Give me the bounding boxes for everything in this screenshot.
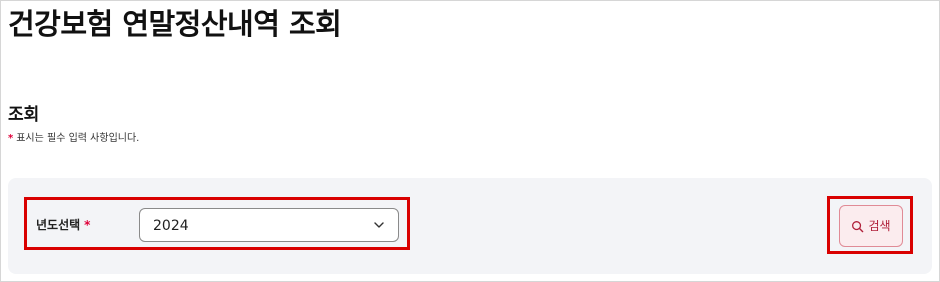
required-star: * — [8, 133, 14, 144]
year-field-label: 년도선택 * — [36, 217, 90, 233]
search-panel: 년도선택 * 2024 검색 — [8, 178, 932, 274]
year-label-text: 년도선택 — [36, 218, 81, 232]
chevron-down-icon — [374, 222, 384, 228]
required-note-text: 표시는 필수 입력 사항입니다. — [16, 133, 140, 144]
search-button[interactable]: 검색 — [839, 205, 903, 247]
page-title: 건강보험 연말정산내역 조회 — [8, 7, 342, 41]
year-select-value: 2024 — [153, 218, 189, 234]
search-icon — [852, 220, 864, 232]
search-button-label: 검색 — [868, 219, 891, 233]
year-select[interactable]: 2024 — [139, 208, 399, 242]
year-required-star: * — [84, 218, 91, 232]
section-title: 조회 — [8, 105, 40, 125]
required-note: * 표시는 필수 입력 사항입니다. — [8, 132, 139, 146]
